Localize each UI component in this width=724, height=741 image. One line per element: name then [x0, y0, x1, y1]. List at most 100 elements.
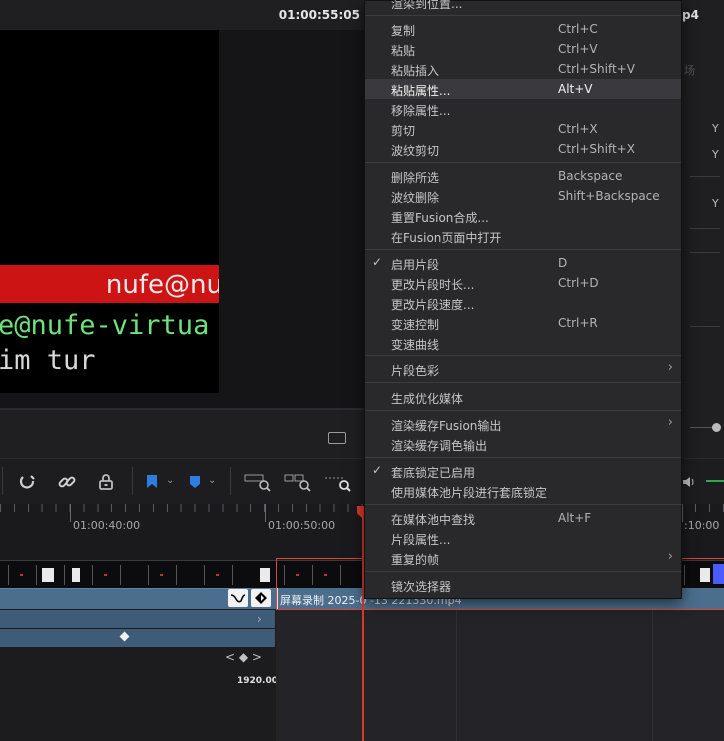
menu-item-generate-optimized-media[interactable]: 生成优化媒体 [365, 387, 681, 407]
menu-item-duplicate-frames[interactable]: 重复的帧 › [365, 548, 681, 568]
menu-item-change-clip-duration[interactable]: 更改片段时长... Ctrl+D [365, 273, 681, 293]
menu-item-copy[interactable]: 复制 Ctrl+C [365, 19, 681, 39]
zoom-custom-icon[interactable] [324, 471, 352, 493]
menu-item-find-in-media-pool[interactable]: 在媒体池中查找 Alt+F [365, 508, 681, 528]
viewer-panel: 01:00:55:05 nufe@nu e@nufe-virtua im tur [0, 0, 364, 408]
menu-item-label: 启用片段 [391, 258, 440, 272]
menu-item-paste-insert[interactable]: 粘贴插入 Ctrl+Shift+V [365, 59, 681, 79]
menu-item-label: 重复的帧 [391, 553, 440, 567]
thumbnail-highlight [42, 568, 54, 582]
menu-item-label: 生成优化媒体 [391, 392, 464, 406]
submenu-arrow-icon: › [667, 360, 673, 375]
menu-separator [365, 15, 681, 16]
menu-item-label: 重置Fusion合成... [391, 211, 489, 225]
flag-icon[interactable] [141, 471, 163, 493]
menu-item-label: 在Fusion页面中打开 [391, 231, 502, 245]
ruler-major-tick [682, 504, 683, 522]
menu-item-remove-attributes[interactable]: 移除属性... [365, 99, 681, 119]
inspector-faded-label: 场 [684, 64, 695, 77]
menu-item-ripple-delete[interactable]: 波纹删除 Shift+Backspace [365, 186, 681, 206]
menu-item-retime-curve[interactable]: 变速曲线 [365, 333, 681, 353]
speed-curve-icon[interactable] [228, 589, 248, 607]
inspector-y-label: Y [712, 148, 719, 161]
ruler-timecode-label: :10:00 [684, 519, 720, 532]
ruler-timecode-label: 01:00:40:00 [73, 519, 141, 532]
thumbnail-highlight [260, 568, 270, 582]
menu-item-conform-lock-with-media-pool-clip[interactable]: 使用媒体池片段进行套底锁定 [365, 481, 681, 501]
video-preview[interactable]: nufe@nu e@nufe-virtua im tur [0, 30, 219, 393]
menu-item-label: 粘贴 [391, 44, 416, 58]
keyframe-navigation[interactable]: < ◆ > [225, 650, 262, 664]
video-terminal-prompt-text: e@nufe-virtua [0, 310, 210, 341]
menu-item-open-in-fusion-page[interactable]: 在Fusion页面中打开 [365, 226, 681, 246]
menu-item-shortcut: Alt+V [558, 82, 593, 96]
timeline-empty-area[interactable] [276, 610, 724, 741]
menu-item-reset-fusion-composition[interactable]: 重置Fusion合成... [365, 206, 681, 226]
chevron-right-icon[interactable]: › [257, 612, 262, 626]
divider [230, 467, 231, 495]
menu-item-enable-clip[interactable]: ✓ 启用片段 D [365, 253, 681, 273]
menu-item-label: 片段属性... [391, 533, 451, 547]
fit-to-screen-icon[interactable] [328, 432, 346, 444]
menu-item-clip-attributes[interactable]: 片段属性... [365, 528, 681, 548]
menu-item-label: 在媒体池中查找 [391, 513, 476, 527]
divider [690, 252, 720, 253]
zoom-slider-knob[interactable] [712, 423, 721, 432]
inspector-title: p4 [682, 8, 699, 22]
linked-selection-icon[interactable] [56, 471, 78, 493]
menu-item-conform-lock-enabled[interactable]: ✓ 套底锁定已启用 [365, 461, 681, 481]
menu-separator [365, 457, 681, 458]
menu-item-shortcut: Ctrl+C [558, 22, 598, 36]
menu-item-label: 套底锁定已启用 [391, 466, 476, 480]
menu-item-label: 片段色彩 [391, 364, 440, 378]
track-row-b[interactable] [0, 629, 275, 647]
menu-item-label: 变速控制 [391, 318, 440, 332]
menu-separator [365, 504, 681, 505]
divider [690, 326, 720, 327]
track-row-a[interactable] [0, 610, 275, 628]
keyframe-icon[interactable] [251, 589, 271, 607]
submenu-arrow-icon: › [667, 415, 673, 430]
menu-item-delete-selected[interactable]: 删除所选 Backspace [365, 166, 681, 186]
thumbnail-mark [160, 574, 163, 576]
position-lock-icon[interactable] [95, 471, 117, 493]
menu-item-label: 剪切 [391, 124, 416, 138]
thumbnail-frame [176, 565, 204, 585]
menu-item-shortcut: D [558, 256, 568, 270]
menu-item-ripple-cut[interactable]: 波纹剪切 Ctrl+Shift+X [365, 139, 681, 159]
divider [456, 610, 457, 741]
menu-item-paste[interactable]: 粘贴 Ctrl+V [365, 39, 681, 59]
menu-item-render-cache-fusion-output[interactable]: 渲染缓存Fusion输出 › [365, 414, 681, 434]
menu-item-render-cache-color-output[interactable]: 渲染缓存调色输出 [365, 434, 681, 454]
menu-item-paste-attributes[interactable]: 粘贴属性... Alt+V [365, 79, 681, 99]
menu-item-label: 波纹剪切 [391, 144, 440, 158]
menu-item-render-in-place[interactable]: 渲染到位置... [365, 0, 681, 12]
menu-item-take-selector[interactable]: 镜次选择器 [365, 575, 681, 595]
zoom-full-icon[interactable] [244, 471, 272, 493]
menu-separator [365, 355, 681, 356]
video-terminal-command-text: im tur [0, 345, 96, 376]
chevron-down-icon[interactable]: ⌄ [208, 475, 216, 486]
chevron-down-icon[interactable]: ⌄ [166, 475, 174, 486]
menu-item-label: 渲染到位置... [391, 0, 463, 11]
marker-icon[interactable] [184, 471, 206, 493]
inspector-y-label: Y [712, 122, 719, 135]
menu-item-cut[interactable]: 剪切 Ctrl+X [365, 119, 681, 139]
thumbnail-frame [120, 565, 148, 585]
snapping-icon[interactable] [17, 471, 39, 493]
menu-item-shortcut: Shift+Backspace [558, 189, 660, 203]
menu-item-clip-color[interactable]: 片段色彩 › [365, 359, 681, 379]
menu-item-shortcut: Ctrl+Shift+X [558, 142, 635, 156]
menu-item-retime-controls[interactable]: 变速控制 Ctrl+R [365, 313, 681, 333]
menu-item-shortcut: Ctrl+V [558, 42, 598, 56]
submenu-arrow-icon: › [667, 549, 673, 564]
viewer-controls [0, 408, 364, 458]
ruler-major-tick [265, 504, 266, 522]
checkmark-icon: ✓ [372, 255, 383, 269]
zoom-detail-icon[interactable] [284, 471, 312, 493]
menu-item-shortcut: Ctrl+D [558, 276, 599, 290]
menu-item-label: 复制 [391, 24, 416, 38]
clip-context-menu: 渲染到位置... 复制 Ctrl+C 粘贴 Ctrl+V 粘贴插入 Ctrl+Shift+V… [364, 0, 682, 599]
thumbnail-mark [20, 574, 23, 576]
menu-item-change-clip-speed[interactable]: 更改片段速度... [365, 293, 681, 313]
